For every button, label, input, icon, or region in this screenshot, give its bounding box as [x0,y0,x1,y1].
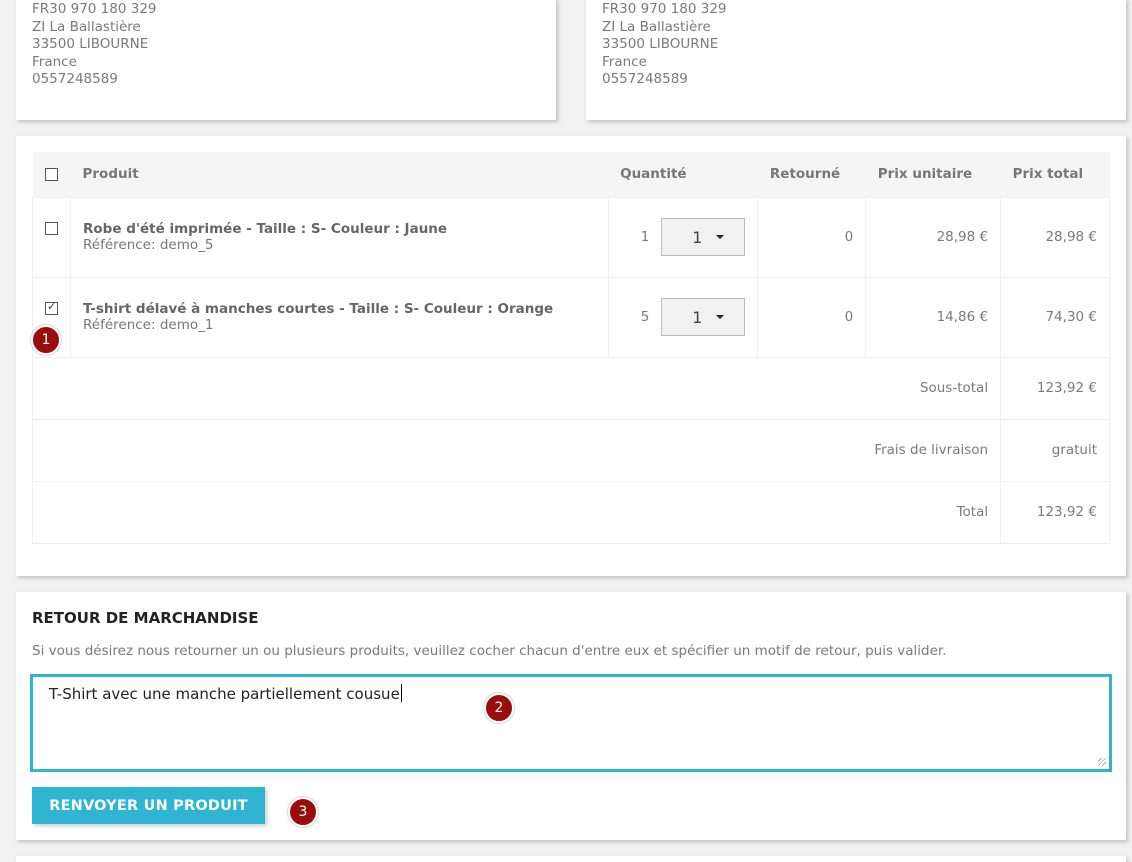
quantity-cell: 5 1 [607,276,759,358]
return-reason-textarea[interactable]: T-Shirt avec une manche partiellement co… [30,674,1112,772]
select-all-checkbox[interactable] [44,167,58,181]
return-product-button[interactable]: RENVOYER UN PRODUIT [32,787,265,824]
address-phone: 0557248589 [32,71,118,87]
caret-down-icon [716,315,725,319]
total-row: Total 123,92 € [31,480,1110,544]
header-product: Produit [70,152,609,197]
total-price-cell: 74,30 € [1000,276,1110,358]
product-reference: Référence: demo_1 [83,317,214,333]
product-cell: T-shirt délavé à manches courtes - Taill… [70,276,609,358]
table-header-row: Produit Quantité Retourné Prix unitaire … [32,152,1110,197]
return-quantity-select[interactable]: 1 [661,218,746,256]
address-vat: FR30 970 180 329 [32,1,157,17]
address-lines: FR30 970 180 329 ZI La Ballastière 33500… [602,1,727,89]
returned-cell: 0 [757,196,867,278]
shipping-value: gratuit [1000,418,1110,482]
order-products-table: Produit Quantité Retourné Prix unitaire … [31,152,1110,544]
header-returned: Retourné [757,152,866,197]
return-reason-text: T-Shirt avec une manche partiellement co… [49,685,400,703]
annotation-badge: 1 [31,325,61,355]
delivery-address-card: FR30 970 180 329 ZI La Ballastière 33500… [586,0,1126,120]
address-country: France [32,53,77,70]
caret-down-icon [716,235,725,239]
address-street: ZI La Ballastière [32,18,141,35]
annotation-badge: 2 [484,693,514,723]
header-quantity: Quantité [608,152,758,197]
subtotal-label: Sous-total [31,356,1002,420]
return-instructions: Si vous désirez nous retourner un ou plu… [32,643,947,659]
header-unit-price: Prix unitaire [865,152,1001,197]
return-section-title: RETOUR DE MARCHANDISE [32,609,259,627]
ordered-quantity: 1 [640,229,650,245]
address-street: ZI La Ballastière [602,18,711,35]
header-total-price: Prix total [1000,152,1110,197]
annotation-badge: 3 [288,797,318,827]
row-select-cell [32,196,71,278]
return-quantity-select[interactable]: 1 [661,298,746,336]
address-lines: FR30 970 180 329 ZI La Ballastière 33500… [32,1,157,89]
subtotal-value: 123,92 € [1000,356,1110,420]
total-price-cell: 28,98 € [1000,196,1110,278]
shipping-label: Frais de livraison [31,418,1002,482]
order-products-card: Produit Quantité Retourné Prix unitaire … [16,136,1126,576]
product-reference: Référence: demo_5 [83,237,214,253]
return-quantity-value: 1 [692,307,703,327]
next-card [16,856,1126,862]
address-city: 33500 LIBOURNE [602,36,719,52]
invoice-address-card: FR30 970 180 329 ZI La Ballastière 33500… [16,0,556,120]
return-quantity-value: 1 [692,227,703,247]
product-cell: Robe d'été imprimée - Taille : S- Couleu… [70,196,609,278]
select-all-cell [32,152,71,197]
subtotal-row: Sous-total 123,92 € [31,356,1110,420]
address-city: 33500 LIBOURNE [32,36,149,52]
row-checkbox[interactable] [45,300,58,315]
quantity-cell: 1 1 [607,196,759,278]
unit-price-cell: 14,86 € [865,276,1002,358]
merchandise-return-card: RETOUR DE MARCHANDISE Si vous désirez no… [16,592,1126,840]
ordered-quantity: 5 [640,309,650,325]
resize-grip-icon[interactable] [1098,758,1106,766]
shipping-row: Frais de livraison gratuit [31,418,1110,482]
address-country: France [602,53,647,70]
total-label: Total [31,480,1002,544]
table-row: Robe d'été imprimée - Taille : S- Couleu… [32,196,1110,278]
product-name: T-shirt délavé à manches courtes - Taill… [83,301,554,317]
returned-cell: 0 [757,276,867,358]
address-phone: 0557248589 [602,71,688,87]
table-row: T-shirt délavé à manches courtes - Taill… [32,276,1110,358]
product-name: Robe d'été imprimée - Taille : S- Couleu… [83,221,448,237]
address-vat: FR30 970 180 329 [602,1,727,17]
unit-price-cell: 28,98 € [865,196,1002,278]
row-checkbox[interactable] [45,222,58,235]
total-value: 123,92 € [1000,480,1110,544]
